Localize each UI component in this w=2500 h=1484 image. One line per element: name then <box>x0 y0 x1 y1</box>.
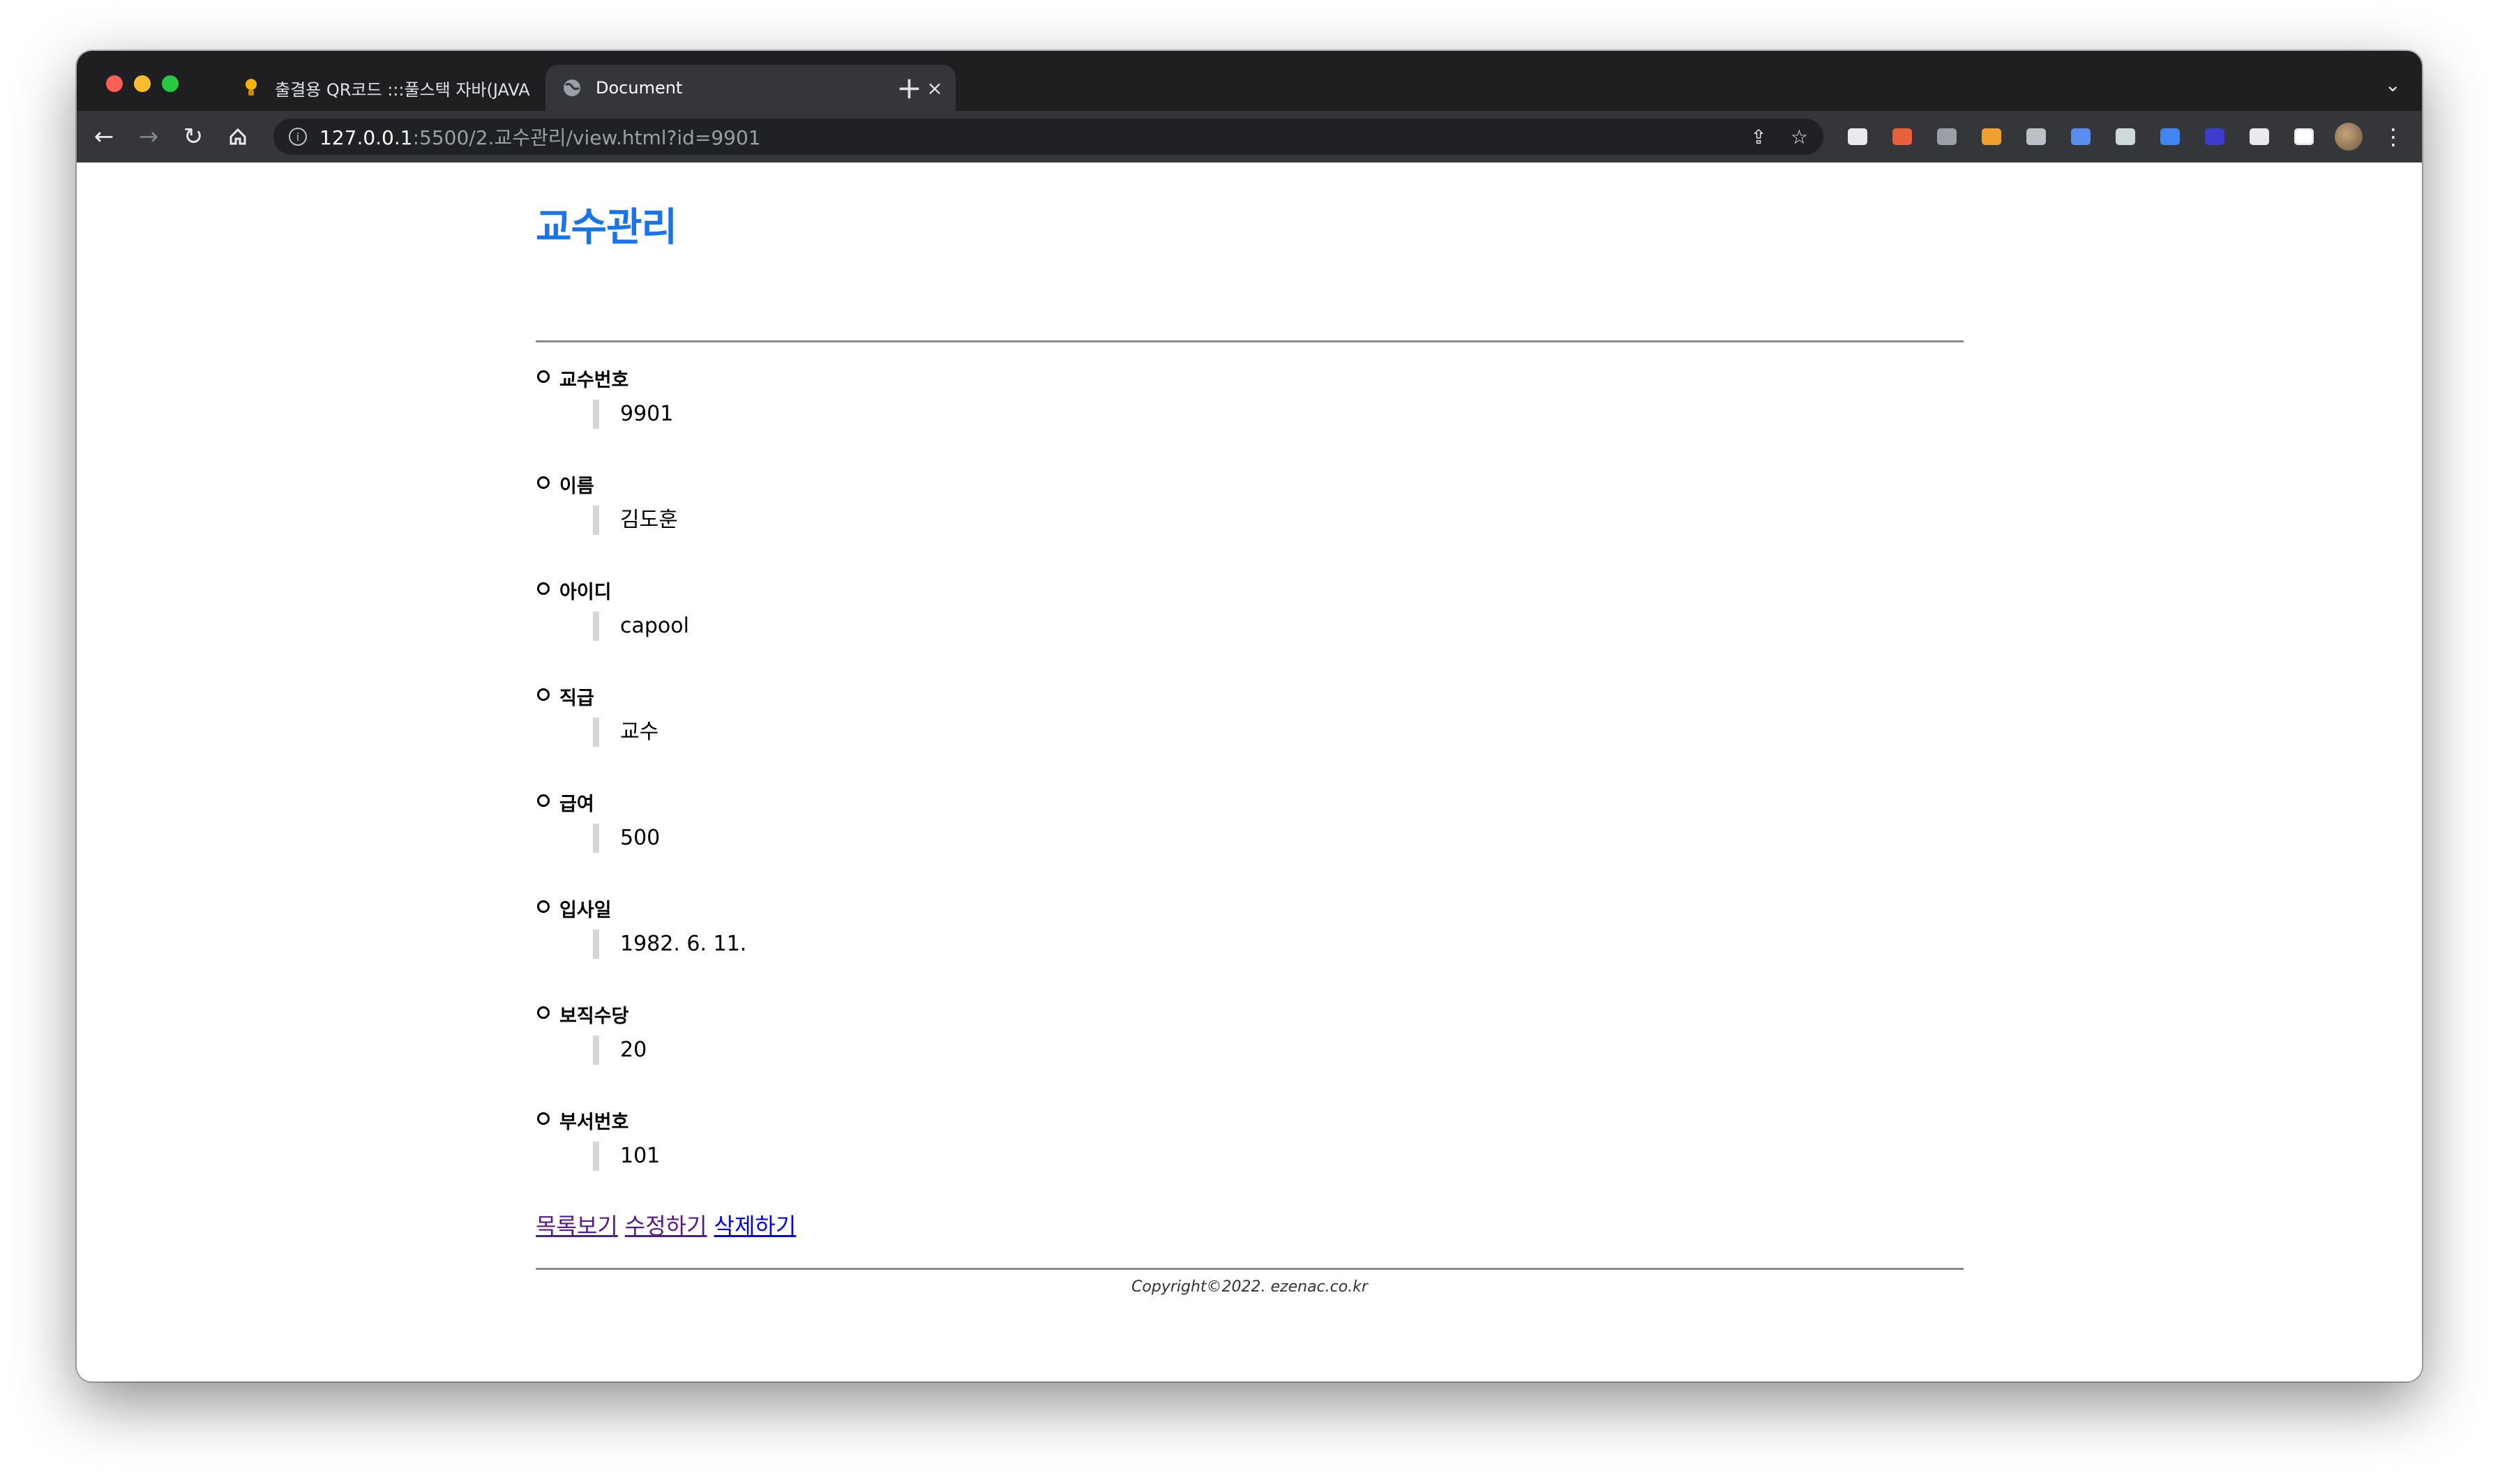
maximize-window-button[interactable] <box>162 75 179 92</box>
share-icon[interactable]: ⇪ <box>1750 126 1766 149</box>
detail-item: 직급 교수 <box>536 677 1964 783</box>
detail-item: 아이디 capool <box>536 571 1964 677</box>
extension-shield-icon[interactable] <box>2109 121 2141 153</box>
close-window-button[interactable] <box>106 75 123 92</box>
side-panel-icon[interactable] <box>2288 121 2320 153</box>
tab-title: 출결용 QR코드 :::풀스택 자바(JAVA <box>275 80 530 100</box>
extensions-area: ⋮ <box>1842 121 2409 153</box>
extension-scan-icon[interactable] <box>2065 121 2097 153</box>
detail-value: 1982. 6. 11. <box>593 930 746 959</box>
browser-toolbar: ← → ↻ i 127.0.0.1:5500/2.교수관리/view.html?… <box>77 111 2422 162</box>
footer-copyright: Copyright©2022. ezenac.co.kr <box>1131 1278 1368 1296</box>
delete-link[interactable]: 삭제하기 <box>714 1209 797 1241</box>
camera-icon[interactable] <box>1931 121 1963 153</box>
puzzle-icon[interactable] <box>2243 121 2275 153</box>
back-arrow-icon[interactable]: ← <box>88 121 120 153</box>
detail-item: 입사일 1982. 6. 11. <box>536 889 1964 995</box>
action-links: 목록보기 수정하기 삭제하기 <box>536 1209 796 1241</box>
detail-label: 직급 <box>559 688 594 709</box>
detail-label: 교수번호 <box>559 370 629 391</box>
detail-item: 교수번호 9901 <box>536 359 1964 465</box>
tab-bar: 출결용 QR코드 :::풀스택 자바(JAVA × Document × + ⌄ <box>77 51 2422 111</box>
detail-value: 교수 <box>593 718 658 747</box>
bookmark-star-icon[interactable]: ☆ <box>1791 126 1808 149</box>
bullet-icon <box>537 582 550 595</box>
detail-value: 101 <box>593 1142 660 1171</box>
home-icon[interactable] <box>222 121 254 153</box>
detail-label: 부서번호 <box>559 1112 629 1133</box>
detail-label: 입사일 <box>559 900 612 921</box>
url-text: 127.0.0.1:5500/2.교수관리/view.html?id=9901 <box>319 126 761 149</box>
detail-value: 500 <box>593 824 660 853</box>
detail-value: 9901 <box>593 400 673 429</box>
detail-list: 교수번호 9901 이름 김도훈 아이디 capool 직급 교수 급여 500… <box>536 359 1964 1207</box>
detail-label: 이름 <box>559 476 594 497</box>
list-link[interactable]: 목록보기 <box>536 1209 618 1241</box>
info-icon[interactable]: i <box>289 128 307 146</box>
bullet-icon <box>537 476 550 489</box>
forward-arrow-icon[interactable]: → <box>133 121 165 153</box>
extension-card-icon[interactable] <box>1975 121 2008 153</box>
detail-label: 아이디 <box>559 582 612 603</box>
close-tab-icon[interactable]: × <box>921 77 949 100</box>
divider <box>536 340 1964 342</box>
tab-document[interactable]: Document × <box>545 65 956 111</box>
bullet-icon <box>537 794 550 807</box>
detail-item: 이름 김도훈 <box>536 465 1964 571</box>
address-bar[interactable]: i 127.0.0.1:5500/2.교수관리/view.html?id=990… <box>273 119 1823 155</box>
bullet-icon <box>537 900 550 913</box>
detail-item: 급여 500 <box>536 783 1964 889</box>
avatar[interactable] <box>2333 121 2365 153</box>
detail-item: 보직수당 20 <box>536 995 1964 1101</box>
browser-window: 출결용 QR코드 :::풀스택 자바(JAVA × Document × + ⌄… <box>77 51 2422 1381</box>
bullet-icon <box>537 370 550 383</box>
bullet-icon <box>537 688 550 701</box>
extension-doc-icon[interactable] <box>1842 121 1874 153</box>
detail-label: 보직수당 <box>559 1006 629 1027</box>
page-content: 교수관리 교수번호 9901 이름 김도훈 아이디 capool 직급 교수 급… <box>77 162 2422 1381</box>
translate-icon[interactable] <box>2154 121 2186 153</box>
detail-value: 김도훈 <box>593 506 678 535</box>
bulb-icon <box>240 77 262 99</box>
printer-icon[interactable] <box>2020 121 2052 153</box>
bullet-icon <box>537 1006 550 1019</box>
detail-value: 20 <box>593 1036 647 1065</box>
extension-ex-icon[interactable] <box>1886 121 1918 153</box>
download-icon[interactable] <box>2199 121 2231 153</box>
divider <box>536 1268 1964 1270</box>
detail-item: 부서번호 101 <box>536 1101 1964 1207</box>
tab-title: Document <box>596 78 683 98</box>
bullet-icon <box>537 1112 550 1125</box>
globe-icon <box>561 77 583 99</box>
more-menu-icon[interactable]: ⋮ <box>2377 121 2409 153</box>
page-title: 교수관리 <box>536 205 677 250</box>
edit-link[interactable]: 수정하기 <box>625 1209 707 1241</box>
reload-icon[interactable]: ↻ <box>177 121 209 153</box>
minimize-window-button[interactable] <box>134 75 151 92</box>
new-tab-icon[interactable]: + <box>896 68 922 109</box>
detail-label: 급여 <box>559 794 594 815</box>
detail-value: capool <box>593 612 689 641</box>
chevron-down-icon[interactable]: ⌄ <box>2385 73 2401 96</box>
